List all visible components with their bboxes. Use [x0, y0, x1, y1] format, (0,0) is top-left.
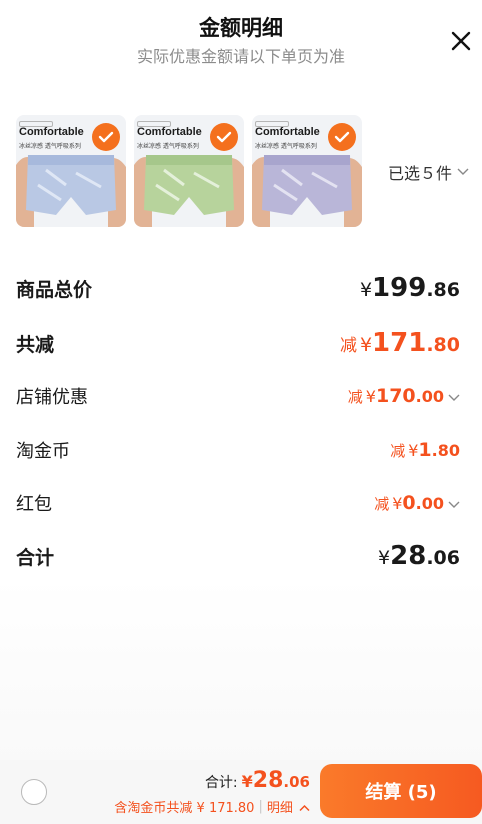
divider: |: [258, 799, 263, 814]
chevron-down-icon: [457, 168, 469, 175]
check-icon: [98, 131, 114, 143]
amount-integer: 170: [375, 385, 416, 407]
page-subtitle: 实际优惠金额请以下单页为准: [136, 47, 345, 66]
close-button[interactable]: [446, 26, 476, 56]
currency-symbol: ¥: [359, 279, 373, 301]
check-icon: [216, 131, 232, 143]
product-thumbnail-2[interactable]: Comfortable 冰丝凉感 透气呼吸系列: [134, 115, 244, 227]
chevron-up-icon: [299, 804, 310, 812]
price-row-store-discount[interactable]: 店铺优惠 减 ¥ 170 .00: [16, 380, 460, 412]
discount-prefix: 减: [390, 442, 406, 460]
close-icon: [451, 31, 471, 51]
amount-integer: 171: [372, 328, 427, 358]
row-label: 淘金币: [16, 441, 70, 462]
amount-integer: 0: [402, 492, 416, 514]
amount-decimal: .06: [426, 547, 460, 569]
footer-discount-note: 含淘金币共减 ¥ 171.80 | 明细: [114, 797, 310, 816]
check-icon: [334, 131, 350, 143]
row-amount: 减 ¥ 170 .00: [348, 385, 460, 407]
checkout-bar: 合计: ¥ 28 .06 含淘金币共减 ¥ 171.80 | 明细 结算 (5): [0, 760, 482, 824]
product-title: Comfortable: [255, 126, 320, 138]
selected-check[interactable]: [328, 123, 356, 151]
currency-symbol: ¥: [359, 334, 373, 356]
checkout-button[interactable]: 结算 (5): [320, 764, 482, 818]
product-title: Comfortable: [19, 126, 84, 138]
footer-total-label: 合计:: [204, 775, 238, 791]
product-thumbnail-1[interactable]: Comfortable 冰丝凉感 透气呼吸系列: [16, 115, 126, 227]
currency-symbol: ¥: [392, 494, 403, 513]
amount-integer: 199: [372, 273, 427, 303]
row-amount: ¥ 199 .86: [360, 273, 460, 303]
currency-symbol: ¥: [365, 387, 376, 406]
amount-decimal: .80: [431, 441, 460, 460]
footer-total-decimal: .06: [283, 773, 310, 791]
row-amount: 减 ¥ 171 .80: [340, 328, 460, 358]
selected-count-label: 已选５件: [388, 164, 453, 183]
row-label: 共减: [16, 333, 55, 356]
row-label: 商品总价: [16, 278, 93, 301]
discount-note-text: 含淘金币共减 ¥ 171.80: [114, 801, 255, 816]
amount-decimal: .00: [415, 387, 444, 406]
amount-decimal: .80: [426, 334, 460, 356]
amount-integer: 1: [418, 439, 432, 461]
selected-count-toggle[interactable]: 已选５件: [388, 160, 469, 184]
amount-decimal: .86: [426, 279, 460, 301]
row-amount: ¥ 28 .06: [378, 541, 460, 571]
row-label: 店铺优惠: [16, 387, 88, 408]
row-amount: 减 ¥ 0 .00: [374, 492, 460, 514]
price-row-grand-total: 合计 ¥ 28 .06: [16, 540, 460, 572]
amount-detail-sheet: 金额明细 实际优惠金额请以下单页为准 Comfortable 冰丝凉感 透气呼吸…: [0, 0, 482, 824]
discount-prefix: 减: [374, 495, 390, 513]
selected-check[interactable]: [210, 123, 238, 151]
row-label: 红包: [16, 494, 52, 515]
detail-toggle[interactable]: 明细: [267, 797, 310, 816]
product-desc: 冰丝凉感 透气呼吸系列: [137, 143, 199, 150]
discount-prefix: 减: [339, 336, 357, 356]
amount-decimal: .00: [415, 494, 444, 513]
discount-prefix: 减: [347, 388, 363, 406]
currency-symbol: ¥: [408, 441, 419, 460]
detail-label: 明细: [266, 801, 293, 816]
select-all-radio[interactable]: [21, 779, 47, 805]
footer-total: 合计: ¥ 28 .06: [205, 768, 310, 793]
currency-symbol: ¥: [378, 547, 391, 569]
product-desc: 冰丝凉感 透气呼吸系列: [19, 143, 81, 150]
price-row-total-discount: 共减 减 ¥ 171 .80: [16, 327, 460, 359]
chevron-down-icon: [448, 501, 460, 508]
selected-check[interactable]: [92, 123, 120, 151]
price-row-subtotal: 商品总价 ¥ 199 .86: [16, 272, 460, 304]
product-desc: 冰丝凉感 透气呼吸系列: [255, 143, 317, 150]
product-thumbnail-3[interactable]: Comfortable 冰丝凉感 透气呼吸系列: [252, 115, 362, 227]
page-title: 金额明细: [199, 16, 283, 40]
amount-integer: 28: [390, 541, 427, 571]
chevron-down-icon: [448, 394, 460, 401]
price-row-taojinbi: 淘金币 减 ¥ 1 .80: [16, 434, 460, 466]
price-row-red-packet[interactable]: 红包 减 ¥ 0 .00: [16, 487, 460, 519]
footer-total-integer: 28: [252, 768, 284, 793]
product-title: Comfortable: [137, 126, 202, 138]
row-amount: 减 ¥ 1 .80: [390, 439, 460, 461]
row-label: 合计: [16, 546, 55, 569]
currency-symbol: ¥: [241, 772, 253, 791]
